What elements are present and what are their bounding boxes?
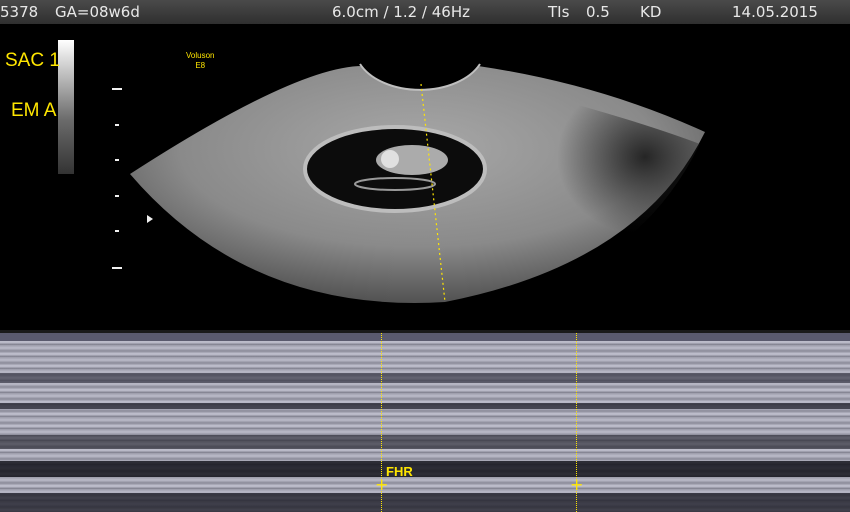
trace-band	[0, 373, 850, 383]
tis-label: TIs	[548, 3, 570, 21]
patient-id: 5378	[0, 3, 39, 21]
trace-band	[0, 403, 850, 409]
operator-initials: KD	[640, 3, 662, 21]
tis-value: 0.5	[586, 3, 610, 21]
embryo-head	[381, 150, 399, 168]
exam-date: 14.05.2015	[732, 3, 818, 21]
trace-band	[0, 333, 850, 341]
trace-band	[0, 435, 850, 449]
caliper-cross-icon[interactable]: +	[570, 477, 583, 493]
depth-frequency-readout: 6.0cm / 1.2 / 46Hz	[332, 3, 470, 21]
caliper-cross-icon[interactable]: +	[375, 477, 388, 493]
fhr-label: FHR	[386, 464, 413, 479]
trace-band	[0, 461, 850, 477]
m-mode-trace[interactable]: + + FHR	[0, 333, 850, 512]
gestational-age: GA=08w6d	[55, 3, 140, 21]
trace-band	[0, 493, 850, 512]
ultrasound-sector	[130, 63, 705, 303]
b-mode-image[interactable]: SAC 1 EM A Voluson E8	[0, 24, 850, 330]
status-bar: 5378 GA=08w6d 6.0cm / 1.2 / 46Hz TIs 0.5…	[0, 0, 850, 24]
